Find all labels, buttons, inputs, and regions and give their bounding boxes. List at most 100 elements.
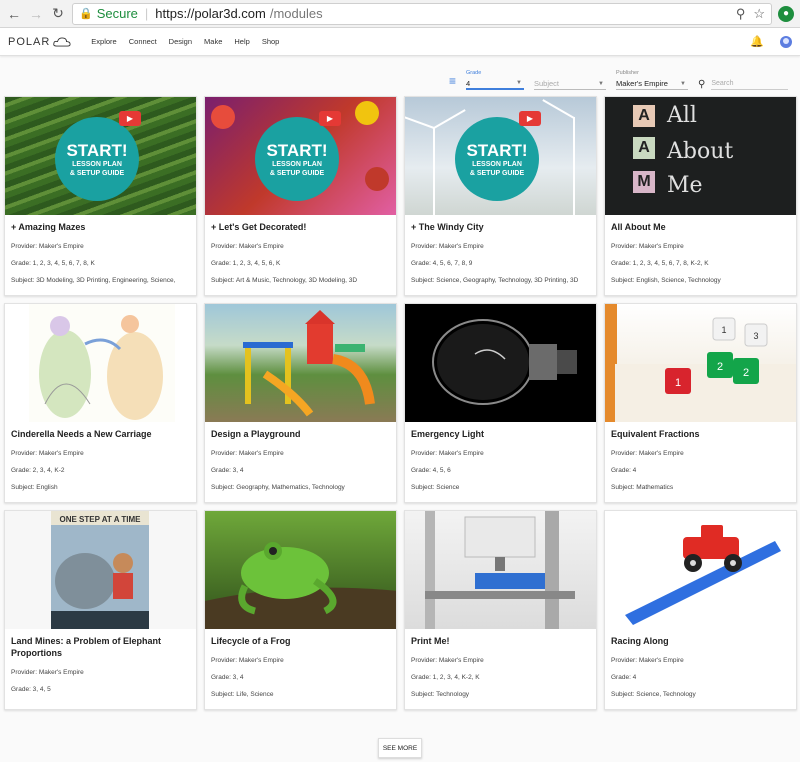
card-grade: Grade: 3, 4, 5	[11, 686, 51, 693]
card-title: + Let's Get Decorated!	[211, 222, 307, 232]
card-subject: Subject: 3D Modeling, 3D Printing, Engin…	[11, 277, 176, 284]
card-grade: Grade: 4	[611, 467, 637, 474]
cinderella-sketch	[29, 304, 175, 422]
card-provider: Provider: Maker's Empire	[211, 450, 284, 457]
card-provider: Provider: Maker's Empire	[411, 450, 484, 457]
module-card[interactable]: Print Me! Provider: Maker's Empire Grade…	[404, 510, 597, 710]
search-field[interactable]: ⚲ Search	[698, 78, 788, 90]
card-provider: Provider: Maker's Empire	[11, 669, 84, 676]
app-header: POLAR Explore Connect Design Make Help S…	[0, 28, 800, 56]
nav-shop[interactable]: Shop	[262, 37, 280, 46]
frog-image	[205, 511, 396, 629]
card-title: Design a Playground	[211, 429, 301, 439]
ornament-shape	[211, 105, 235, 129]
module-card[interactable]: Racing Along Provider: Maker's Empire Gr…	[604, 510, 797, 710]
module-card[interactable]: A A M All About Me All About Me Provider…	[604, 96, 797, 296]
lock-icon: 🔒	[79, 8, 93, 20]
filter-bar: ≡ Grade 4 ▼ Subject ▼ Publisher Maker's Em…	[0, 56, 800, 96]
die-digit: 2	[743, 367, 749, 379]
module-card[interactable]: START! LESSON PLAN & SETUP GUIDE ▶ + The…	[404, 96, 597, 296]
browser-toolbar: ← → ↻ 🔒 Secure | https://polar3d.com/mod…	[0, 0, 800, 28]
subject-select[interactable]: Subject ▼	[534, 78, 606, 90]
amazing-mazes-image: START! LESSON PLAN & SETUP GUIDE ▶	[5, 97, 196, 215]
module-card[interactable]: ONE STEP AT A TIME Land Mines: a Problem…	[4, 510, 197, 710]
nav-design[interactable]: Design	[169, 37, 192, 46]
elephant-book-image: ONE STEP AT A TIME	[5, 511, 196, 629]
badge-line2: & SETUP GUIDE	[269, 169, 325, 177]
card-provider: Provider: Maker's Empire	[411, 243, 484, 250]
chevron-down-icon: ▼	[516, 80, 522, 86]
module-card[interactable]: Lifecycle of a Frog Provider: Maker's Em…	[204, 510, 397, 710]
user-avatar[interactable]	[780, 35, 792, 48]
card-subject: Subject: Art & Music, Technology, 3D Mod…	[211, 277, 358, 284]
badge-line2: & SETUP GUIDE	[69, 169, 125, 177]
back-icon[interactable]: ←	[6, 6, 22, 22]
module-card[interactable]: Design a Playground Provider: Maker's Em…	[204, 303, 397, 503]
decorated-gifts-image: START! LESSON PLAN & SETUP GUIDE ▶	[205, 97, 396, 215]
module-card[interactable]: 1 2 2 1 3 Equivalent Fractions Provider:…	[604, 303, 797, 503]
letter-tile: A	[633, 137, 655, 159]
module-card[interactable]: START! LESSON PLAN & SETUP GUIDE ▶ + Let…	[204, 96, 397, 296]
module-card[interactable]: Cinderella Needs a New Carriage Provider…	[4, 303, 197, 503]
card-provider: Provider: Maker's Empire	[11, 243, 84, 250]
card-subject: Subject: Science	[411, 484, 460, 491]
filter-list-icon[interactable]: ≡	[449, 74, 456, 88]
module-card[interactable]: Emergency Light Provider: Maker's Empire…	[404, 303, 597, 503]
card-subject: Subject: Science, Geography, Technology,…	[411, 277, 579, 284]
card-title: Land Mines: a Problem of Elephant Propor…	[11, 636, 162, 658]
die-digit: 3	[753, 331, 758, 341]
publisher-value: Maker's Empire	[616, 79, 668, 88]
chalk-word: About	[667, 139, 734, 164]
video-play-icon[interactable]: ▶	[319, 111, 341, 126]
logo-text: POLAR	[8, 35, 51, 48]
frog-scene	[205, 542, 396, 629]
card-subject: Subject: English	[11, 484, 58, 491]
badge-start: START!	[466, 140, 528, 160]
grade-select[interactable]: Grade 4 ▼	[466, 70, 524, 90]
notification-bell-icon[interactable]: 🔔	[750, 35, 764, 48]
grade-value: 4	[466, 78, 471, 88]
zoom-icon[interactable]: ⚲	[736, 6, 746, 22]
card-title: Lifecycle of a Frog	[211, 636, 291, 646]
polar-logo[interactable]: POLAR	[8, 36, 71, 48]
letter-tile: M	[633, 171, 655, 193]
turbine-blade	[433, 109, 466, 129]
nav-explore[interactable]: Explore	[91, 37, 116, 46]
card-grade: Grade: 4	[611, 674, 637, 681]
card-grade: Grade: 3, 4	[211, 674, 244, 681]
module-card[interactable]: START! LESSON PLAN & SETUP GUIDE ▶ + Ama…	[4, 96, 197, 296]
racer-scene	[625, 525, 781, 625]
turbine-pole	[573, 117, 575, 215]
turbine-blade	[542, 99, 575, 119]
extension-icon[interactable]: ●	[778, 5, 794, 22]
card-provider: Provider: Maker's Empire	[611, 450, 684, 457]
chevron-down-icon: ▼	[598, 80, 604, 87]
forward-icon[interactable]: →	[28, 6, 44, 22]
reload-icon[interactable]: ↻	[50, 5, 66, 22]
fraction-dice-scene: 1 2 2 1 3	[605, 304, 796, 422]
nav-connect[interactable]: Connect	[129, 37, 157, 46]
nav-help[interactable]: Help	[234, 37, 249, 46]
search-icon[interactable]: ⚲	[698, 79, 705, 90]
video-play-icon[interactable]: ▶	[119, 111, 141, 126]
card-grade: Grade: 1, 2, 3, 4, 5, 6, K	[211, 260, 281, 267]
search-input[interactable]: Search	[711, 78, 788, 90]
nav-make[interactable]: Make	[204, 37, 222, 46]
printer-scene	[425, 511, 575, 629]
playground-scene	[243, 310, 375, 417]
start-badge: START! LESSON PLAN & SETUP GUIDE	[55, 117, 139, 201]
card-title: Equivalent Fractions	[611, 429, 700, 439]
windy-city-image: START! LESSON PLAN & SETUP GUIDE ▶	[405, 97, 596, 215]
chevron-down-icon: ▼	[680, 80, 686, 87]
address-bar[interactable]: 🔒 Secure | https://polar3d.com/modules ⚲…	[72, 2, 772, 25]
video-play-icon[interactable]: ▶	[519, 111, 541, 126]
publisher-select[interactable]: Publisher Maker's Empire ▼	[616, 70, 688, 90]
url-path: /modules	[269, 6, 323, 21]
badge-line1: LESSON PLAN	[272, 160, 322, 168]
die-digit: 2	[717, 361, 723, 373]
see-more-button[interactable]: SEE MORE	[378, 738, 422, 758]
bookmark-star-icon[interactable]: ☆	[753, 6, 765, 22]
start-badge: START! LESSON PLAN & SETUP GUIDE	[255, 117, 339, 201]
card-provider: Provider: Maker's Empire	[611, 243, 684, 250]
card-title: Cinderella Needs a New Carriage	[11, 429, 152, 439]
